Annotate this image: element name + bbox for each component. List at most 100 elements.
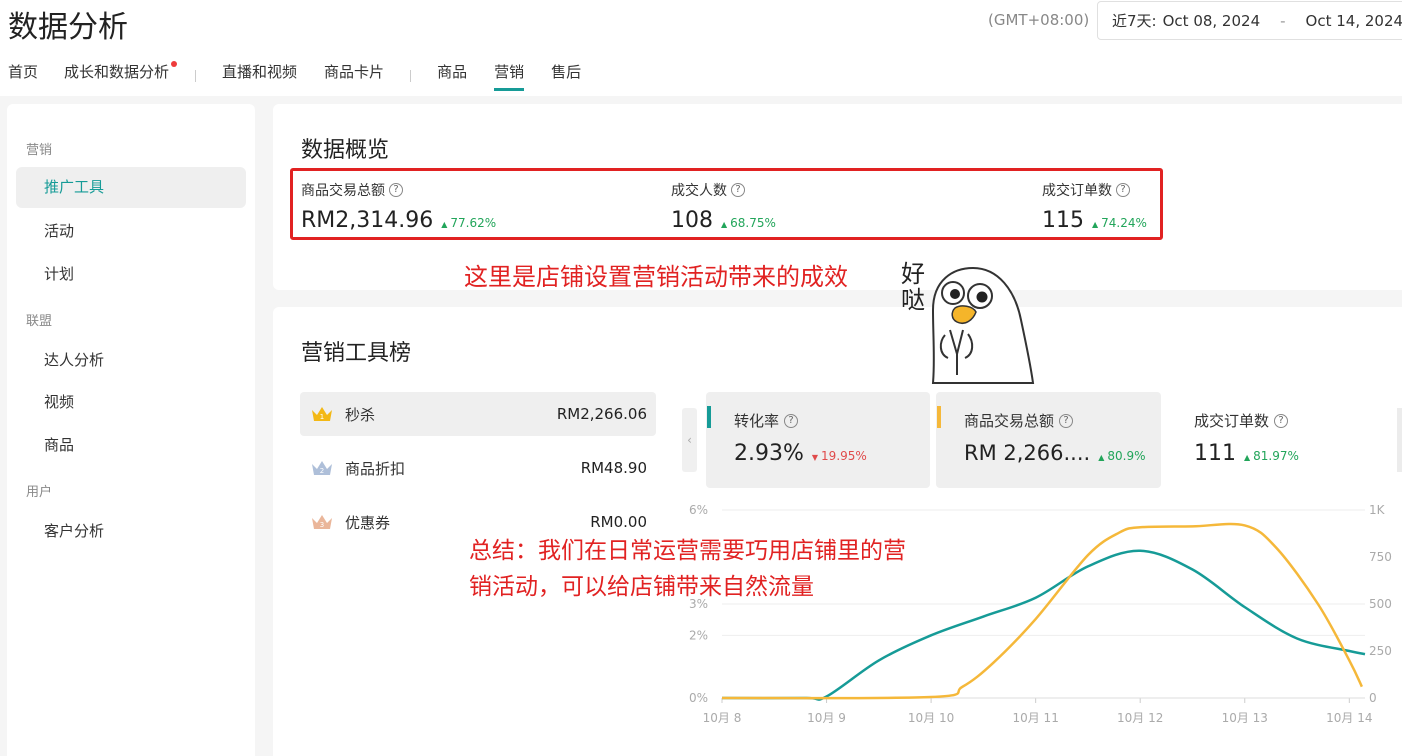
kpi-conversion-rate[interactable]: 转化率? 2.93% ▼ 19.95%	[706, 392, 930, 488]
ranking-row[interactable]: 2 商品折扣 RM48.90	[300, 446, 656, 490]
x-tick-label: 10月 12	[1117, 711, 1163, 725]
tab-product-card[interactable]: 商品卡片	[324, 61, 384, 91]
y-tick-label-right: 750	[1369, 550, 1392, 564]
sidebar-group-affiliate: 联盟	[26, 314, 53, 329]
duck-sticker-icon: 好 哒	[901, 260, 1035, 384]
date-start: Oct 08, 2024	[1162, 11, 1261, 30]
x-tick-label: 10月 14	[1326, 711, 1372, 725]
sticker-text: 好	[901, 260, 925, 288]
kpi-change: 80.9%	[1107, 449, 1146, 463]
metric-change: 74.24%	[1101, 216, 1147, 230]
kpi-label: 商品交易总额	[964, 412, 1055, 430]
metric-label: 商品交易总额	[301, 183, 385, 199]
trend-chart: 0%2%3%6%02505007501K10月 8 10月 9 10月 10 10月 …	[689, 503, 1392, 725]
change-up: ▲ 74.24%	[1092, 216, 1147, 230]
tab-growth-analytics-label: 成长和数据分析	[64, 63, 170, 81]
y-tick-label-right: 1K	[1369, 503, 1386, 517]
change-up: ▲ 77.62%	[441, 216, 496, 230]
tab-marketing[interactable]: 营销	[494, 61, 525, 91]
metric-label: 成交人数	[671, 183, 727, 199]
tab-growth-analytics[interactable]: 成长和数据分析	[64, 61, 178, 91]
sidebar-item-promotion-tools[interactable]: 推广工具	[16, 167, 246, 208]
timezone-label: (GMT+08:00)	[988, 11, 1090, 29]
up-arrow-icon: ▲	[1098, 453, 1105, 462]
tool-amount: RM48.90	[580, 459, 647, 477]
page-title: 数据分析	[8, 10, 128, 45]
metric-change: 77.62%	[450, 216, 497, 230]
metric-gmv[interactable]: 商品交易总额? RM2,314.96 ▲ 77.62%	[301, 180, 496, 233]
crown-medal-icon: 3	[309, 511, 335, 533]
metric-value: 108	[671, 208, 713, 233]
kpi-value: 111	[1194, 441, 1236, 466]
tool-name: 商品折扣	[345, 459, 406, 478]
medal-rank: 3	[320, 521, 324, 529]
change-up: ▲ 81.97%	[1244, 449, 1299, 463]
tool-name: 秒杀	[345, 405, 376, 424]
kpi-change: 19.95%	[821, 449, 867, 463]
nav-divider	[195, 70, 197, 82]
series-marker	[707, 406, 711, 428]
tool-amount: RM0.00	[590, 513, 647, 531]
down-arrow-icon: ▼	[811, 453, 819, 462]
sidebar-group-users: 用户	[26, 485, 53, 500]
tool-name: 优惠券	[345, 513, 391, 532]
kpi-label: 转化率	[734, 412, 780, 430]
ranking-row[interactable]: 1 秒杀 RM2,266.06	[300, 392, 656, 436]
help-icon[interactable]: ?	[1116, 183, 1130, 197]
y-tick-label-left: 2%	[689, 628, 708, 642]
change-down: ▼ 19.95%	[812, 449, 867, 463]
annotation-overview-note: 这里是店铺设置营销活动带来的成效	[464, 263, 848, 291]
metric-orders[interactable]: 成交订单数? 115 ▲ 74.24%	[1042, 180, 1147, 233]
sidebar-item-videos[interactable]: 视频	[44, 391, 74, 412]
main-nav: 首页 成长和数据分析 直播和视频 商品卡片 商品 营销 售后	[8, 61, 581, 91]
date-separator: -	[1280, 11, 1286, 30]
date-range-picker[interactable]: 近7天: Oct 08, 2024 - Oct 14, 2024	[1097, 1, 1402, 40]
sidebar-item-customer-analysis[interactable]: 客户分析	[44, 520, 104, 541]
kpi-orders[interactable]: 成交订单数? 111 ▲ 81.97%	[1166, 392, 1396, 488]
tools-title: 营销工具榜	[301, 341, 412, 366]
sidebar-item-products[interactable]: 商品	[44, 434, 74, 455]
date-end: Oct 14, 2024	[1305, 11, 1402, 30]
help-icon[interactable]: ?	[1274, 413, 1289, 428]
y-tick-label-left: 6%	[689, 503, 708, 517]
change-up: ▲ 68.75%	[721, 216, 776, 230]
help-icon[interactable]: ?	[731, 183, 745, 197]
tab-live-video[interactable]: 直播和视频	[222, 61, 297, 91]
sticker-text: 哒	[901, 286, 925, 314]
y-tick-label-right: 0	[1369, 691, 1377, 705]
sidebar-item-plans[interactable]: 计划	[44, 263, 74, 284]
chevron-left-icon[interactable]: ‹	[682, 408, 697, 472]
metric-buyers[interactable]: 成交人数? 108 ▲ 68.75%	[671, 180, 776, 233]
tab-products[interactable]: 商品	[437, 61, 467, 91]
kpi-label: 成交订单数	[1194, 412, 1270, 430]
date-preset-label: 近7天:	[1112, 12, 1157, 30]
x-tick-label: 10月 11	[1012, 711, 1058, 725]
y-tick-label-right: 500	[1369, 597, 1392, 611]
up-arrow-icon: ▲	[441, 220, 448, 229]
metric-label: 成交订单数	[1042, 183, 1112, 199]
crown-medal-icon: 2	[309, 457, 335, 479]
help-icon[interactable]: ?	[389, 183, 403, 197]
scroll-edge	[1397, 408, 1402, 472]
crown-medal-icon: 1	[309, 403, 335, 425]
up-arrow-icon: ▲	[721, 220, 728, 229]
y-tick-label-right: 250	[1369, 644, 1392, 658]
help-icon[interactable]: ?	[784, 413, 799, 428]
kpi-value: 2.93%	[734, 441, 804, 466]
help-icon[interactable]: ?	[1059, 413, 1074, 428]
tab-after-sales[interactable]: 售后	[551, 61, 581, 91]
tool-amount: RM2,266.06	[556, 405, 647, 423]
x-tick-label: 10月 13	[1222, 711, 1268, 725]
tab-home[interactable]: 首页	[8, 61, 38, 91]
sidebar-item-campaigns[interactable]: 活动	[44, 220, 74, 241]
metric-value: RM2,314.96	[301, 208, 434, 233]
kpi-value: RM 2,266....	[964, 441, 1091, 465]
metric-value: 115	[1042, 208, 1084, 233]
x-tick-label: 10月 9	[807, 711, 846, 725]
series-marker	[937, 406, 941, 428]
sidebar-item-creator-analysis[interactable]: 达人分析	[44, 349, 104, 370]
kpi-gmv[interactable]: 商品交易总额? RM 2,266.... ▲ 80.9%	[936, 392, 1161, 488]
y-tick-label-left: 0%	[689, 691, 708, 705]
medal-rank: 1	[320, 413, 324, 421]
up-arrow-icon: ▲	[1244, 453, 1251, 462]
